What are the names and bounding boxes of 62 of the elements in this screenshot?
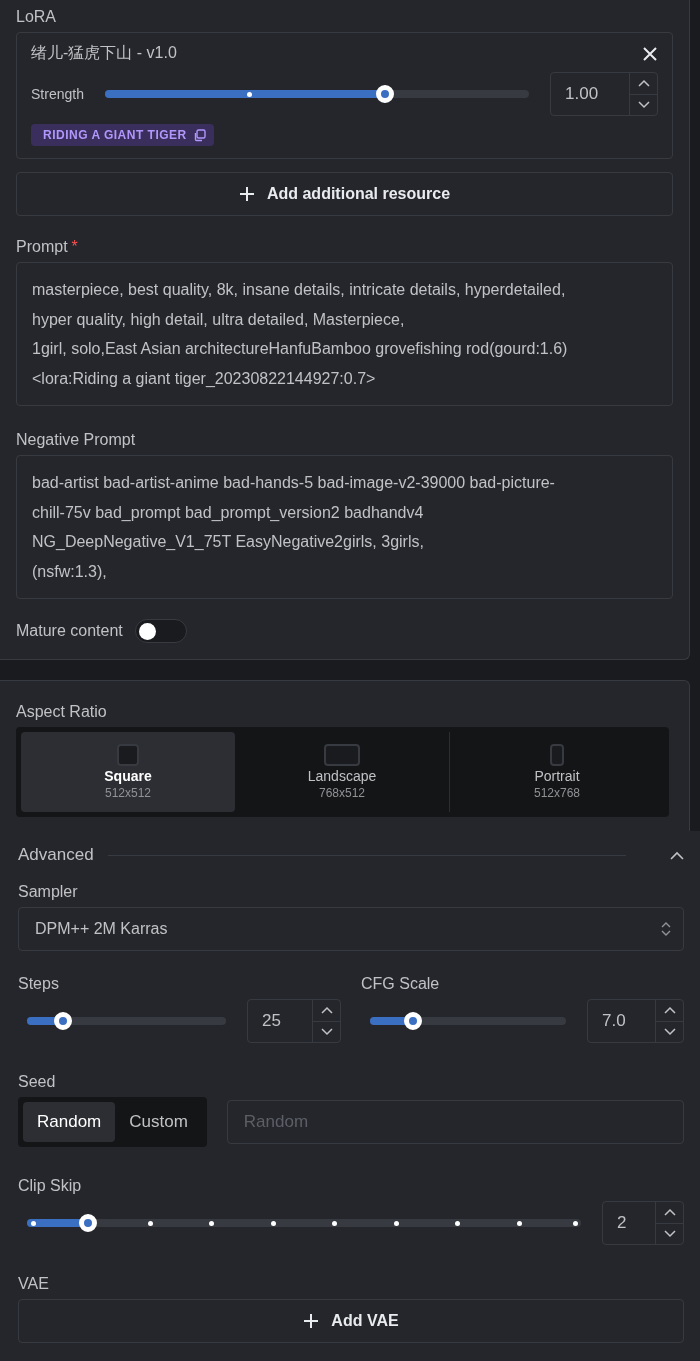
field-label: Negative Prompt — [16, 431, 137, 449]
field-label: Clip Skip — [18, 1177, 83, 1195]
seed-mode-option[interactable]: Custom — [115, 1102, 202, 1142]
aspect-option[interactable]: Portrait 512x768 — [450, 732, 664, 812]
toggle-label: Mature content — [16, 622, 123, 640]
decrement-icon[interactable] — [320, 1027, 333, 1036]
slider-thumb[interactable] — [79, 1214, 98, 1232]
prompt-field[interactable]: masterpiece, best quality, 8k, insane details, intricate details, hyperdetailed, hyper quality, high detail, ultra detailed, Masterpiece, 1girl, solo,East Asian architectureHanfuBamboo grovefishing rod(gourd:1.6) <lora:Riding a giant tiger_20230822144927:0.7> — [16, 262, 673, 406]
field-label: Sampler — [18, 883, 79, 901]
plus-icon — [238, 186, 255, 202]
seed-field[interactable]: Random — [226, 1100, 684, 1144]
trigger-word-tag[interactable]: RIDING A GIANT TIGER — [31, 124, 214, 146]
resource-title: 绪儿-猛虎下山 - v1.0 — [31, 43, 178, 63]
field-label: Steps — [18, 975, 60, 993]
slider-mark — [246, 91, 252, 97]
slider-mark — [147, 1220, 153, 1226]
number-field[interactable]: 7.0 — [587, 999, 684, 1043]
chevron-up-icon[interactable] — [670, 850, 684, 860]
add-resource-button[interactable]: Add additional resource — [16, 172, 673, 216]
slider-mark — [332, 1220, 338, 1226]
square-shape-icon — [117, 744, 139, 766]
increment-icon[interactable] — [663, 1006, 676, 1015]
seed-mode-option[interactable]: Random — [23, 1102, 116, 1142]
copy-icon[interactable] — [192, 128, 206, 142]
slider-mark — [393, 1220, 399, 1226]
field-label: Prompt * — [16, 238, 79, 256]
field-label: VAE — [18, 1275, 50, 1293]
section-label: LoRA — [16, 8, 58, 26]
slider-thumb[interactable] — [404, 1012, 423, 1030]
slider-mark — [270, 1220, 276, 1226]
plus-icon — [303, 1313, 320, 1329]
aspect-option[interactable]: Landscape 768x512 — [235, 732, 449, 812]
decrement-icon[interactable] — [663, 1027, 676, 1036]
add-vae-button[interactable]: Add VAE — [18, 1299, 684, 1343]
aspect-option[interactable]: Square 512x512 — [21, 732, 235, 812]
number-field[interactable]: 1.00 — [550, 72, 658, 116]
increment-icon[interactable] — [663, 1208, 676, 1217]
number-field[interactable]: 2 — [602, 1201, 684, 1245]
slider-thumb[interactable] — [375, 85, 394, 103]
sampler-select[interactable]: DPM++ 2M Karras — [18, 907, 684, 951]
field-label: CFG Scale — [361, 975, 441, 993]
slider-mark — [455, 1220, 461, 1226]
decrement-icon[interactable] — [663, 1229, 676, 1238]
section-label: Aspect Ratio — [16, 703, 108, 721]
number-field[interactable]: 25 — [247, 999, 341, 1043]
field-label: Seed — [18, 1073, 57, 1091]
portrait-shape-icon — [550, 744, 564, 766]
slider-mark — [30, 1220, 36, 1226]
slider-mark — [572, 1220, 578, 1226]
selector-icon — [661, 921, 671, 937]
increment-icon[interactable] — [637, 79, 650, 88]
close-icon[interactable] — [642, 45, 658, 62]
increment-icon[interactable] — [320, 1006, 333, 1015]
slider-mark — [516, 1220, 522, 1226]
mature-content-switch[interactable] — [134, 619, 187, 643]
advanced-toggle[interactable]: Advanced — [18, 845, 684, 865]
strength-label: Strength — [31, 86, 84, 102]
slider-thumb[interactable] — [53, 1012, 72, 1030]
slider-mark — [209, 1220, 215, 1226]
landscape-shape-icon — [324, 744, 360, 766]
decrement-icon[interactable] — [637, 100, 650, 109]
negative-prompt-field[interactable]: bad-artist bad-artist-anime bad-hands-5 bad-image-v2-39000 bad-picture- chill-75v bad_prompt bad_prompt_version2 badhandv4 NG_DeepNegative_V1_75T EasyNegative2girls, 3girls, (nsfw:1.3), — [16, 455, 673, 599]
